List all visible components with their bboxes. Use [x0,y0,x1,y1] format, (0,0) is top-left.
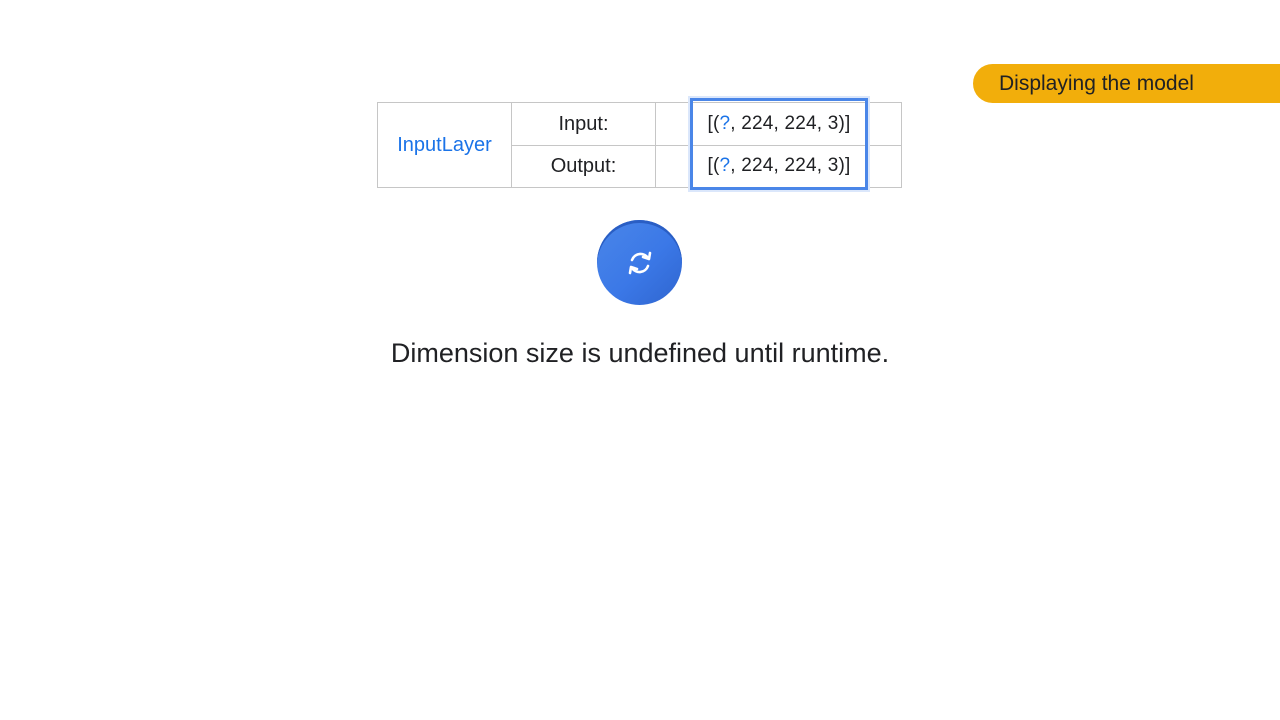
section-badge: Displaying the model [973,64,1280,103]
output-shape-open: [( [707,155,720,176]
input-label: Input: [558,112,609,135]
output-label: Output: [550,155,617,177]
output-shape-unknown-dim: ? [719,155,731,176]
layer-name: InputLayer [397,133,492,156]
caption: Dimension size is undefined until runtim… [390,338,890,368]
refresh-icon [628,251,651,274]
input-shape-unknown-dim: ? [719,113,731,134]
section-badge-label: Displaying the model [999,71,1194,95]
output-shape-value: [(?, 224, 224, 3)] [690,155,868,177]
input-shape-rest: , 224, 224, 3)] [730,113,851,134]
layer-name-cell: InputLayer [377,102,512,188]
refresh-button [597,220,682,305]
input-shape-value: [(?, 224, 224, 3)] [690,113,868,135]
input-label-cell: Input: [511,102,656,146]
output-label-cell: Output: [511,145,656,188]
output-shape-rest: , 224, 224, 3)] [730,155,851,176]
input-shape-open: [( [707,113,720,134]
